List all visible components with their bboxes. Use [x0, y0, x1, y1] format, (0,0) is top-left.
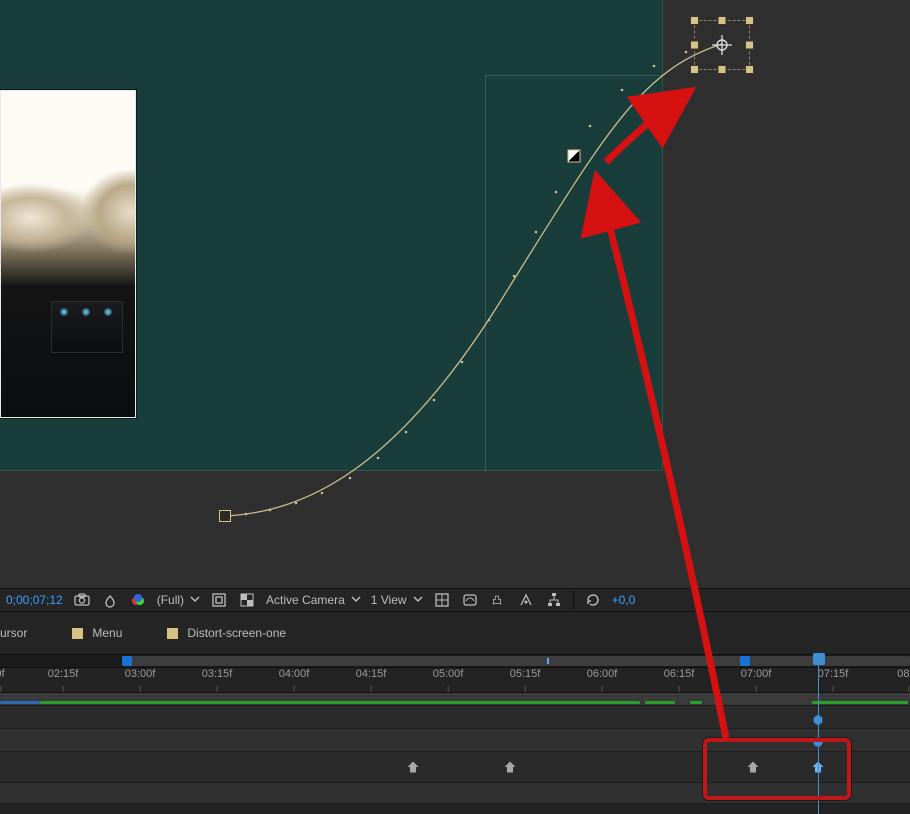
cached-indicator: [547, 658, 549, 664]
viewcount-label: 1 View: [371, 593, 407, 607]
composition-viewer[interactable]: [0, 0, 910, 588]
current-timecode[interactable]: 0;00;07;12: [6, 593, 63, 607]
svg-text:凸: 凸: [492, 595, 502, 607]
channel-icon[interactable]: [129, 591, 147, 609]
ruler-tick: 02:15f: [48, 668, 79, 680]
resize-handle-l[interactable]: [690, 41, 699, 50]
pixel-aspect-icon[interactable]: 凸: [489, 591, 507, 609]
work-area-handle-right[interactable]: [740, 656, 750, 666]
work-area-bar[interactable]: [122, 656, 910, 666]
ruler-tick: 06:15f: [664, 668, 695, 680]
reset-exposure-icon[interactable]: [584, 591, 602, 609]
time-ruler[interactable]: 0f 02:15f 03:00f 03:15f 04:00f 04:15f 05:00f 05…: [0, 668, 910, 693]
resize-handle-tl[interactable]: [690, 16, 699, 25]
motion-keyframe-start[interactable]: [219, 510, 231, 522]
timeline-row[interactable]: [0, 706, 910, 729]
tab-label: Distort-screen-one: [187, 626, 286, 640]
color-management-icon[interactable]: [101, 591, 119, 609]
tab-label: ursor: [0, 626, 27, 640]
cti-head[interactable]: [813, 653, 825, 665]
flowchart-icon[interactable]: [545, 591, 563, 609]
tab-item-menu[interactable]: Menu: [49, 626, 144, 640]
ruler-tick: 05:15f: [510, 668, 541, 680]
time-navigator[interactable]: [0, 654, 910, 668]
resize-handle-b[interactable]: [718, 65, 727, 74]
resize-handle-br[interactable]: [745, 65, 754, 74]
resolution-dropdown[interactable]: (Full): [157, 593, 200, 607]
ruler-tick: 08:0: [897, 668, 910, 680]
snapshot-icon[interactable]: [73, 591, 91, 609]
cache-segment: [40, 701, 640, 704]
work-area-handle-left[interactable]: [122, 656, 132, 666]
fast-previews-icon[interactable]: [517, 591, 535, 609]
tab-label: Menu: [92, 626, 122, 640]
layer-tab-row: ursor Menu Distort-screen-one: [0, 612, 910, 655]
motion-keyframe-mid[interactable]: [568, 150, 581, 163]
ruler-tick: 05:00f: [433, 668, 464, 680]
tab-item-distort[interactable]: Distort-screen-one: [144, 626, 308, 640]
keyframe-diamond[interactable]: [505, 762, 516, 773]
chevron-down-icon: [413, 593, 423, 607]
resize-handle-r[interactable]: [745, 41, 754, 50]
ruler-tick: 03:15f: [202, 668, 233, 680]
viewcount-dropdown[interactable]: 1 View: [371, 593, 423, 607]
mask-icon[interactable]: [461, 591, 479, 609]
resize-handle-tr[interactable]: [745, 16, 754, 25]
resolution-label: (Full): [157, 593, 184, 607]
cti-marker: [814, 714, 823, 723]
chevron-down-icon: [351, 593, 361, 607]
layer-color-swatch: [166, 627, 179, 640]
resize-handle-t[interactable]: [718, 16, 727, 25]
ruler-tick: 04:15f: [356, 668, 387, 680]
ruler-tick: 03:00f: [125, 668, 156, 680]
guides-icon[interactable]: [433, 591, 451, 609]
ruler-tick: 04:00f: [279, 668, 310, 680]
ruler-tick: 0f: [0, 668, 5, 680]
anchor-point-icon[interactable]: [712, 35, 732, 55]
layer-color-swatch: [71, 627, 84, 640]
cache-segment: [812, 701, 908, 704]
annotation-highlight-box: [703, 738, 851, 800]
region-of-interest-icon[interactable]: [210, 591, 228, 609]
exposure-value[interactable]: +0,0: [612, 593, 636, 607]
ruler-tick: 07:00f: [741, 668, 772, 680]
cache-segment: [645, 701, 675, 704]
cache-segment: [0, 701, 40, 704]
chevron-down-icon: [190, 593, 200, 607]
transparency-grid-icon[interactable]: [238, 591, 256, 609]
layer-thumbnail[interactable]: [0, 90, 136, 418]
cache-segment: [690, 701, 702, 704]
ruler-tick: 06:00f: [587, 668, 618, 680]
tab-item-cursor[interactable]: ursor: [0, 626, 49, 640]
keyframe-diamond[interactable]: [408, 762, 419, 773]
camera-label: Active Camera: [266, 593, 345, 607]
selected-layer-bounding-box[interactable]: [694, 20, 750, 70]
resize-handle-bl[interactable]: [690, 65, 699, 74]
timeline-header-row: [0, 693, 910, 706]
preview-status-bar: 0;00;07;12 (Full) Active Camera 1 View 凸…: [0, 588, 910, 612]
ruler-tick: 07:15f: [818, 668, 849, 680]
camera-dropdown[interactable]: Active Camera: [266, 593, 361, 607]
